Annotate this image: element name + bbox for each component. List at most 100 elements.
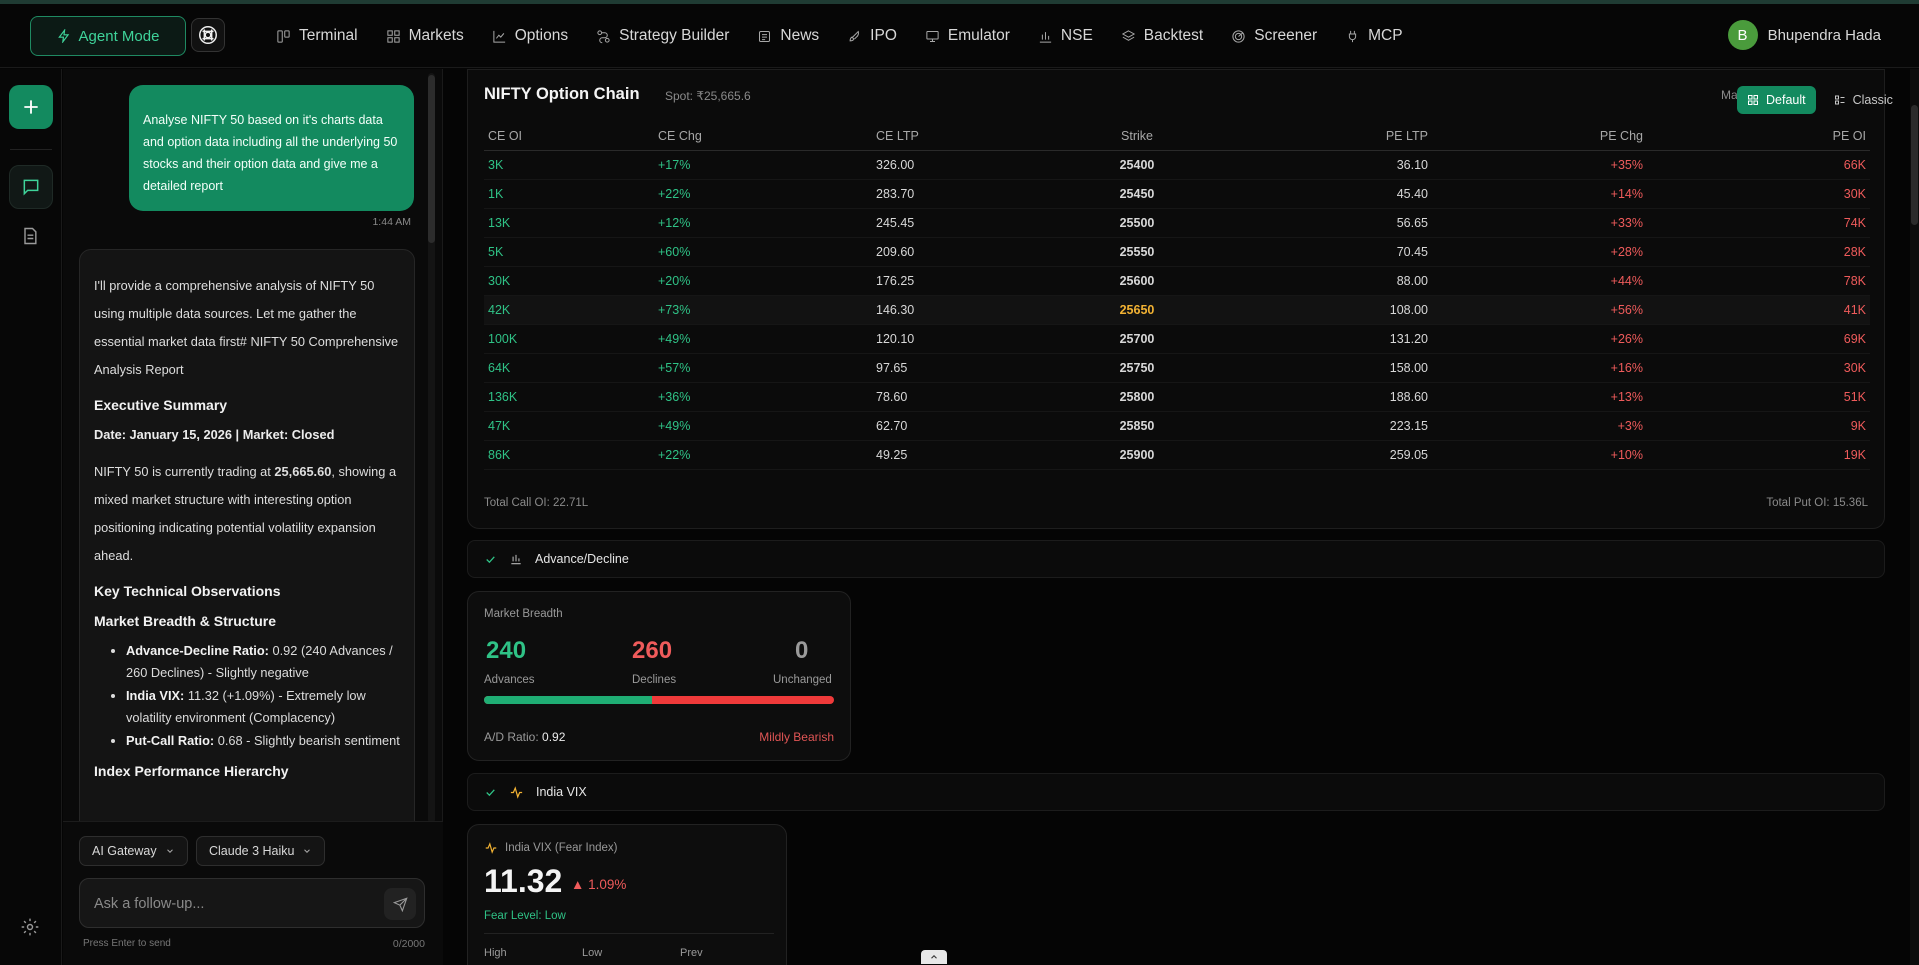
- user-message-bubble: Analyse NIFTY 50 based on it's charts da…: [129, 85, 414, 211]
- option-chain-card: NIFTY Option Chain Spot: ₹25,665.6 Ma De…: [467, 69, 1893, 529]
- chat-scrollbar[interactable]: [428, 73, 435, 823]
- cell-strike: 25550: [1072, 237, 1202, 267]
- nav-options[interactable]: Options: [492, 27, 568, 45]
- cell-strike: 25750: [1072, 353, 1202, 383]
- vix-divider: [484, 933, 774, 934]
- send-button[interactable]: [384, 888, 416, 920]
- toggle-classic-button[interactable]: Classic: [1824, 86, 1903, 114]
- breadth-sentiment: Mildly Bearish: [759, 730, 834, 744]
- cell-pe-chg: +33%: [1432, 208, 1647, 238]
- nav-screener[interactable]: Screener: [1231, 27, 1317, 45]
- radar-icon: [1232, 29, 1245, 43]
- lightning-icon: [57, 29, 69, 43]
- option-chain-title: NIFTY Option Chain: [484, 85, 640, 103]
- user-menu[interactable]: B Bhupendra Hada: [1727, 20, 1881, 50]
- nav-news[interactable]: News: [757, 27, 819, 45]
- activity-icon: [485, 842, 497, 854]
- table-row[interactable]: 42K +73% 146.30 25650 108.00 +56% 41K: [484, 295, 1870, 325]
- nav-terminal[interactable]: Terminal: [276, 27, 358, 45]
- documents-rail-button[interactable]: [20, 226, 40, 251]
- cell-strike: 25450: [1072, 179, 1202, 209]
- unchanged-label: Unchanged: [773, 674, 832, 686]
- gear-icon: [21, 918, 39, 936]
- cell-ce-ltp: 326.00: [872, 150, 1072, 180]
- cell-ce-ltp: 97.65: [872, 353, 1072, 383]
- new-chat-button[interactable]: [9, 85, 53, 129]
- cell-pe-ltp: 108.00: [1202, 295, 1432, 325]
- table-row[interactable]: 100K +49% 120.10 25700 131.20 +26% 69K: [484, 324, 1870, 354]
- table-row[interactable]: 13K +12% 245.45 25500 56.65 +33% 74K: [484, 208, 1870, 238]
- cell-pe-chg: +35%: [1432, 150, 1647, 180]
- table-row[interactable]: 64K +57% 97.65 25750 158.00 +16% 30K: [484, 353, 1870, 383]
- nav-strategy-builder[interactable]: Strategy Builder: [596, 27, 729, 45]
- view-toggle: Default Classic: [1737, 86, 1903, 116]
- model-select[interactable]: Claude 3 Haiku: [196, 836, 326, 866]
- nav-strategy-builder-label: Strategy Builder: [619, 27, 730, 44]
- cell-ce-oi: 86K: [484, 440, 654, 470]
- cell-ce-chg: +36%: [654, 382, 872, 412]
- table-row[interactable]: 86K +22% 49.25 25900 259.05 +10% 19K: [484, 440, 1870, 470]
- table-row[interactable]: 47K +49% 62.70 25850 223.15 +3% 9K: [484, 411, 1870, 441]
- follow-up-input[interactable]: [94, 891, 374, 917]
- table-row[interactable]: 3K +17% 326.00 25400 36.10 +35% 66K: [484, 150, 1870, 180]
- table-row[interactable]: 1K +22% 283.70 25450 45.40 +14% 30K: [484, 179, 1870, 209]
- cell-ce-chg: +22%: [654, 440, 872, 470]
- cell-ce-ltp: 146.30: [872, 295, 1072, 325]
- cell-ce-ltp: 120.10: [872, 324, 1072, 354]
- chat-rail-button[interactable]: [9, 165, 53, 209]
- table-row[interactable]: 30K +20% 176.25 25600 88.00 +44% 78K: [484, 266, 1870, 296]
- toggle-default-button[interactable]: Default: [1737, 86, 1816, 114]
- scroll-up-button[interactable]: [921, 950, 947, 964]
- cell-pe-chg: +56%: [1432, 295, 1647, 325]
- cell-strike: 25850: [1072, 411, 1202, 441]
- india-vix-section-header[interactable]: India VIX: [467, 773, 1885, 811]
- nav-backtest[interactable]: Backtest: [1121, 27, 1203, 45]
- nav-emulator[interactable]: Emulator: [925, 27, 1010, 45]
- declines-label: Declines: [632, 674, 677, 686]
- advances-count: 240: [486, 637, 527, 664]
- header-ce-oi: CE OI: [484, 122, 654, 151]
- ad-ratio-value: 0.92: [542, 730, 566, 744]
- trading-text-pre: NIFTY 50 is currently trading at: [94, 464, 275, 479]
- follow-up-input-wrap: [79, 878, 425, 928]
- chat-scrollbar-thumb[interactable]: [428, 75, 435, 243]
- cell-ce-ltp: 283.70: [872, 179, 1072, 209]
- cell-pe-oi: 66K: [1647, 150, 1870, 180]
- cell-ce-oi: 5K: [484, 237, 654, 267]
- cell-ce-chg: +60%: [654, 237, 872, 267]
- main-content: NIFTY Option Chain Spot: ₹25,665.6 Ma De…: [444, 69, 1919, 965]
- main-scrollbar-thumb[interactable]: [1911, 105, 1918, 225]
- cell-ce-oi: 100K: [484, 324, 654, 354]
- app-logo-button[interactable]: [191, 18, 225, 52]
- advance-decline-section-header[interactable]: Advance/Decline: [467, 540, 1885, 578]
- cell-pe-ltp: 88.00: [1202, 266, 1432, 296]
- trading-value: 25,665.60: [274, 464, 332, 479]
- agent-mode-label: Agent Mode: [78, 27, 160, 45]
- cell-pe-oi: 74K: [1647, 208, 1870, 238]
- send-hint: Press Enter to send: [83, 938, 171, 949]
- market-breadth-label: Market Breadth: [484, 608, 563, 620]
- main-scrollbar[interactable]: [1910, 69, 1919, 965]
- header-ce-ltp: CE LTP: [872, 122, 1072, 151]
- send-icon: [392, 896, 408, 912]
- cell-pe-ltp: 259.05: [1202, 440, 1432, 470]
- table-row[interactable]: 136K +36% 78.60 25800 188.60 +13% 51K: [484, 382, 1870, 412]
- rocket-icon: [849, 30, 860, 41]
- table-row[interactable]: 5K +60% 209.60 25550 70.45 +28% 28K: [484, 237, 1870, 267]
- agent-mode-button[interactable]: Agent Mode: [30, 16, 186, 56]
- settings-rail-button[interactable]: [20, 917, 40, 942]
- nav-news-label: News: [780, 27, 820, 44]
- nav-mcp[interactable]: MCP: [1345, 27, 1403, 45]
- list-item: Advance-Decline Ratio: 0.92 (240 Advance…: [126, 640, 400, 684]
- gateway-select[interactable]: AI Gateway: [79, 836, 188, 866]
- cell-strike: 25900: [1072, 440, 1202, 470]
- list-item: Put-Call Ratio: 0.68 - Slightly bearish …: [126, 730, 400, 752]
- cell-ce-oi: 64K: [484, 353, 654, 383]
- cell-pe-oi: 9K: [1647, 411, 1870, 441]
- option-chain-table: CE OI CE Chg CE LTP Strike PE LTP PE Chg…: [484, 122, 1870, 470]
- nav-nse[interactable]: NSE: [1038, 27, 1093, 45]
- gateway-select-value: AI Gateway: [92, 844, 157, 858]
- nav-ipo[interactable]: IPO: [847, 27, 897, 45]
- layers-icon: [1121, 29, 1135, 41]
- nav-markets[interactable]: Markets: [386, 27, 464, 45]
